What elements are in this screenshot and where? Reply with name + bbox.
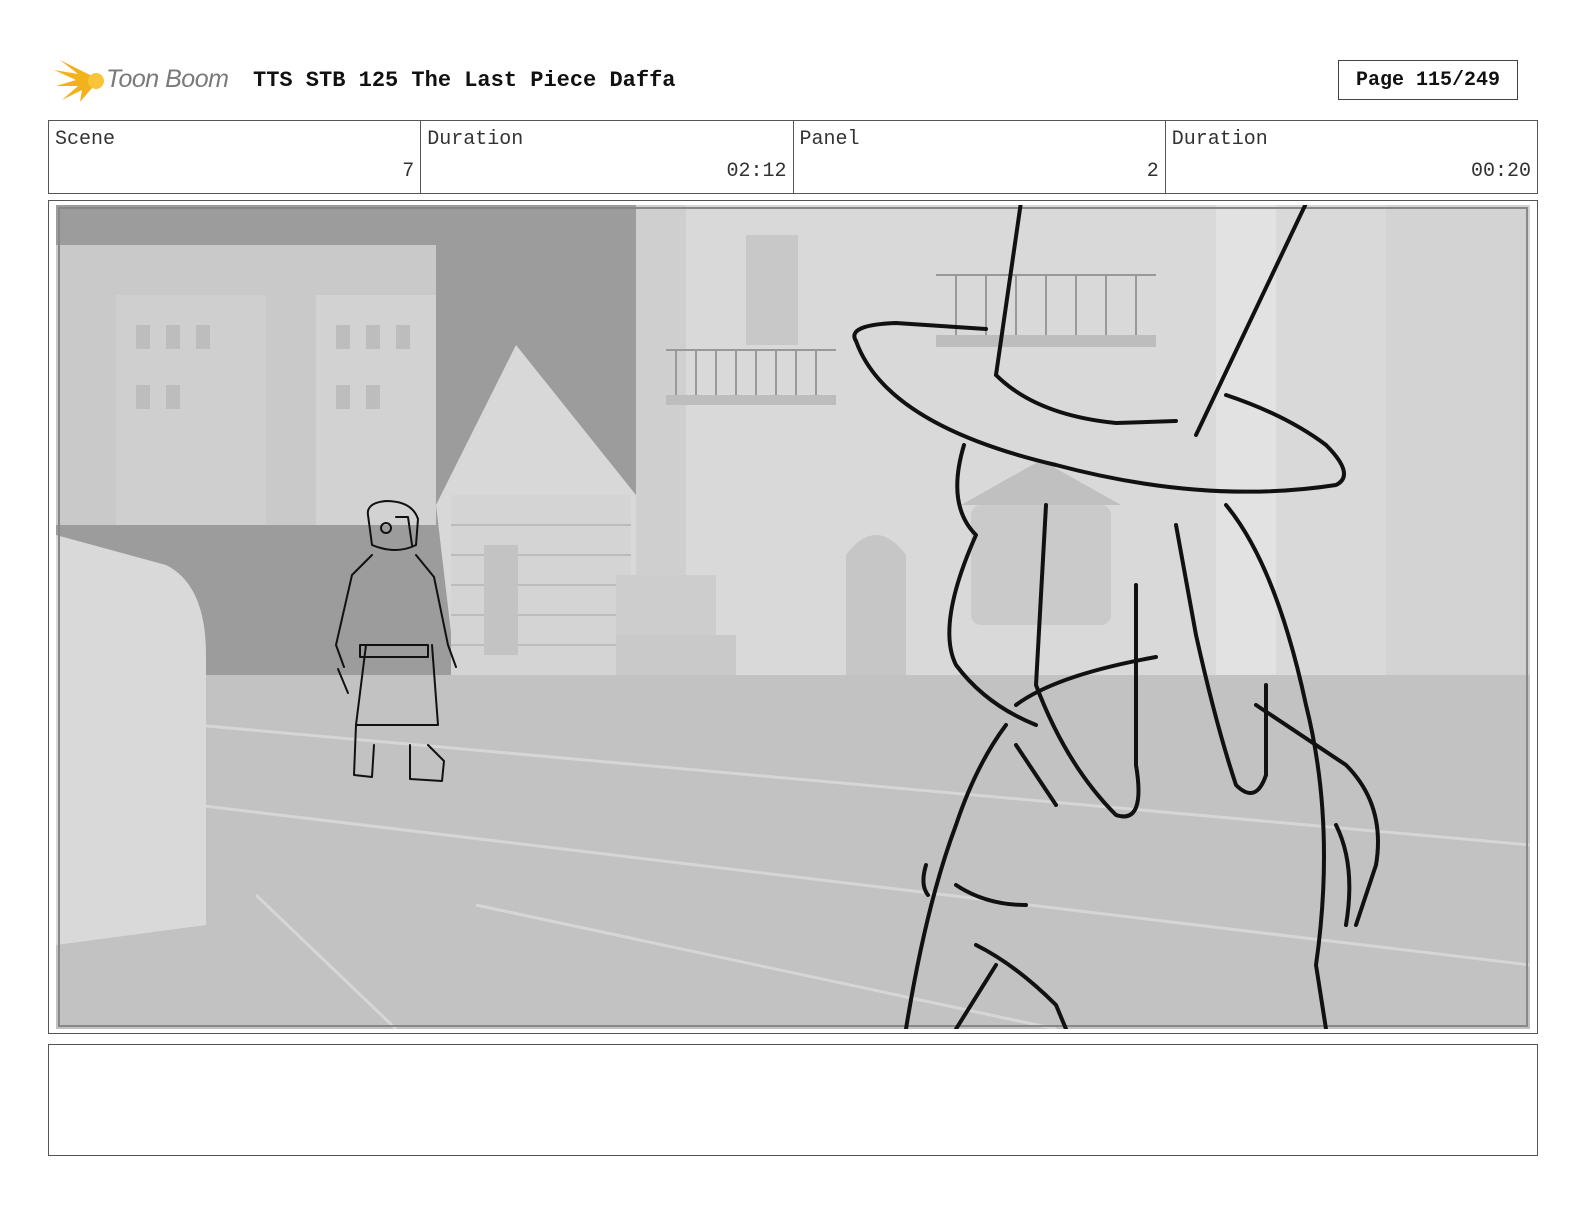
page-header: Toon Boom TTS STB 125 The Last Piece Daf… [48,56,1538,106]
panel-duration-cell: Duration 00:20 [1166,121,1537,193]
panel-value: 2 [1146,160,1159,183]
scene-duration-label: Duration [427,128,524,151]
scene-value: 7 [402,160,415,183]
panel-caption-box [48,1044,1538,1156]
scene-duration-cell: Duration 02:12 [421,121,794,193]
scene-cell: Scene 7 [49,121,422,193]
scene-label: Scene [55,128,116,151]
panel-label: Panel [799,128,860,151]
scene-duration-value: 02:12 [726,160,787,183]
panel-duration-label: Duration [1171,128,1268,151]
panel-duration-value: 00:20 [1470,160,1531,183]
starburst-icon [54,60,104,102]
logo-wordmark: Toon Boom [106,65,229,93]
storyboard-panel-image [56,205,1530,1029]
info-table: Scene 7 Duration 02:12 Panel 2 Duration … [48,120,1538,194]
scene-illustration [56,205,1530,1029]
document-title: TTS STB 125 The Last Piece Daffa [253,68,676,93]
toon-boom-logo: Toon Boom [52,56,252,106]
panel-cell: Panel 2 [794,121,1166,193]
page-indicator: Page 115/249 [1338,60,1518,100]
